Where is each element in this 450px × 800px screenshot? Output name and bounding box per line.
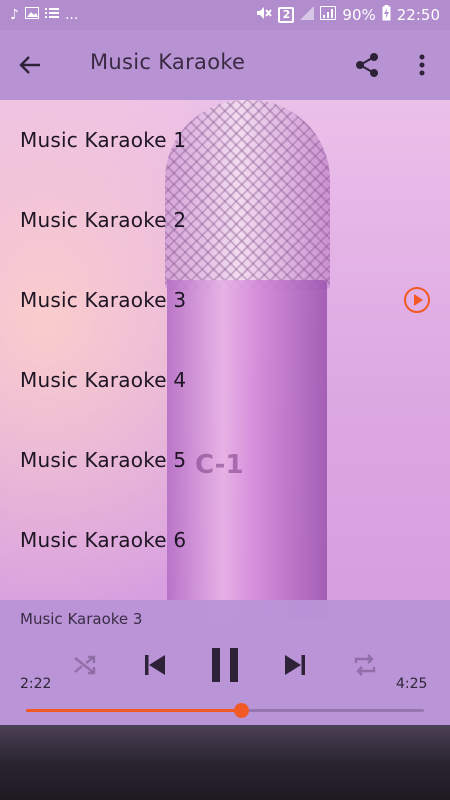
song-title: Music Karaoke 3: [20, 288, 187, 312]
signal-icon: [300, 6, 315, 24]
skip-previous-icon: [145, 655, 165, 675]
share-icon: [356, 53, 378, 77]
battery-charging-icon: [382, 5, 391, 25]
overflow-menu-button[interactable]: [410, 50, 434, 82]
signal-bars-icon: [320, 6, 337, 24]
background-bottom: [0, 725, 450, 800]
shuffle-button[interactable]: [70, 648, 100, 682]
clock: 22:50: [396, 6, 440, 24]
list-item[interactable]: Music Karaoke 1: [0, 100, 450, 180]
song-title: Music Karaoke 2: [20, 208, 187, 232]
image-icon: [24, 7, 39, 23]
previous-button[interactable]: [140, 648, 170, 682]
pause-icon: [212, 648, 238, 682]
list-icon: [44, 7, 59, 23]
back-button[interactable]: [0, 30, 60, 100]
elapsed-time: 2:22: [20, 676, 52, 692]
status-bar: ♪ ... 2 90% 22:50: [0, 0, 450, 30]
repeat-button[interactable]: [350, 648, 380, 682]
music-note-icon: ♪: [10, 7, 19, 23]
mute-icon: [256, 6, 273, 24]
sim-badge: 2: [278, 7, 295, 23]
next-button[interactable]: [280, 648, 310, 682]
song-title: Music Karaoke 6: [20, 528, 187, 552]
song-title: Music Karaoke 1: [20, 128, 187, 152]
now-playing-title: Music Karaoke 3: [20, 610, 143, 628]
player-panel: Music Karaoke 3 2:22 4:25: [0, 600, 450, 725]
total-duration: 4:25: [396, 676, 428, 692]
seek-thumb[interactable]: [233, 703, 249, 718]
now-playing-icon: [404, 287, 430, 313]
song-title: Music Karaoke 4: [20, 368, 187, 392]
seek-bar[interactable]: [26, 703, 424, 718]
status-right: 2 90% 22:50: [256, 5, 440, 25]
list-item[interactable]: Music Karaoke 4: [0, 340, 450, 420]
status-left: ♪ ...: [10, 7, 78, 23]
list-item[interactable]: Music Karaoke 3: [0, 260, 450, 340]
share-button[interactable]: [352, 50, 386, 82]
list-item[interactable]: Music Karaoke 2: [0, 180, 450, 260]
pause-button[interactable]: [205, 644, 245, 686]
list-item[interactable]: Music Karaoke 5: [0, 420, 450, 500]
repeat-icon: [354, 654, 376, 676]
page-title: Music Karaoke: [90, 50, 246, 74]
song-title: Music Karaoke 5: [20, 448, 187, 472]
more-vert-icon: [419, 54, 425, 76]
skip-next-icon: [285, 655, 305, 675]
battery-percent: 90%: [342, 6, 376, 24]
song-list: Music Karaoke 1 Music Karaoke 2 Music Ka…: [0, 100, 450, 580]
more-notifications-icon: ...: [64, 7, 79, 23]
back-arrow-icon: [19, 56, 40, 74]
list-item[interactable]: Music Karaoke 6: [0, 500, 450, 580]
seek-progress: [26, 709, 241, 712]
shuffle-icon: [74, 655, 96, 675]
app-bar: Music Karaoke: [0, 30, 450, 100]
